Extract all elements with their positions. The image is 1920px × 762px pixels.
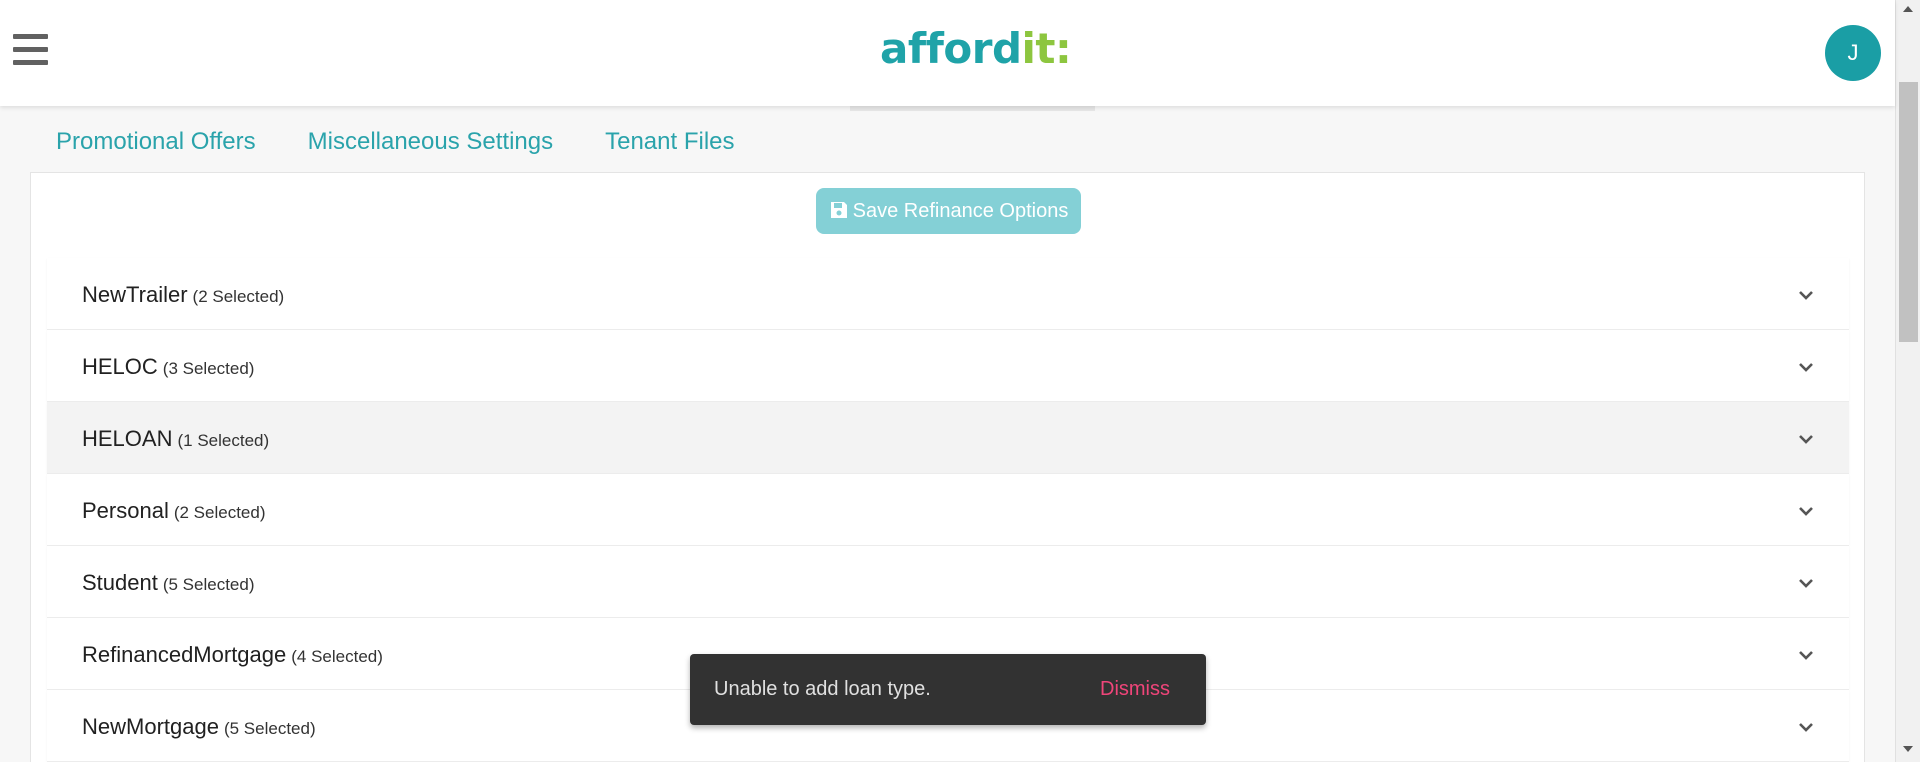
scroll-down-arrow-icon[interactable] <box>1903 746 1913 752</box>
loan-type-title: HELOC (3 Selected) <box>82 354 254 380</box>
loan-type-name: NewTrailer <box>82 282 188 307</box>
loan-type-name: Student <box>82 570 158 595</box>
loan-type-name: RefinancedMortgage <box>82 642 287 667</box>
loan-type-count: (2 Selected) <box>192 287 285 306</box>
loan-type-count: (1 Selected) <box>177 431 270 450</box>
loan-type-name: Personal <box>82 498 169 523</box>
snackbar-message: Unable to add loan type. <box>714 678 931 700</box>
page-scrollbar[interactable] <box>1895 0 1920 762</box>
error-snackbar: Unable to add loan type. Dismiss <box>690 654 1206 725</box>
chevron-down-icon[interactable] <box>1797 502 1815 520</box>
chevron-down-icon[interactable] <box>1797 646 1815 664</box>
save-refinance-options-button[interactable]: Save Refinance Options <box>816 188 1081 234</box>
loan-type-count: (4 Selected) <box>291 647 383 666</box>
settings-tabs: Promotional Offers Miscellaneous Setting… <box>30 124 761 160</box>
loan-type-title: NewMortgage (5 Selected) <box>82 714 316 740</box>
loan-type-count: (5 Selected) <box>162 575 255 594</box>
menu-icon[interactable] <box>13 34 48 66</box>
chevron-down-icon[interactable] <box>1797 718 1815 736</box>
loan-type-title: RefinancedMortgage (4 Selected) <box>82 642 383 668</box>
dismiss-button[interactable]: Dismiss <box>1100 678 1170 701</box>
loan-type-row-newtrailer[interactable]: NewTrailer (2 Selected) <box>47 258 1849 330</box>
save-button-label: Save Refinance Options <box>852 200 1069 222</box>
top-app-bar: affordit: J <box>0 0 1895 106</box>
loan-type-name: HELOAN <box>82 426 173 451</box>
loan-type-row-student[interactable]: Student (5 Selected) <box>47 546 1849 618</box>
chevron-down-icon[interactable] <box>1797 430 1815 448</box>
scrollbar-thumb[interactable] <box>1899 82 1918 342</box>
tab-promotional-offers[interactable]: Promotional Offers <box>30 124 282 160</box>
user-avatar[interactable]: J <box>1825 25 1881 81</box>
chevron-down-icon[interactable] <box>1797 574 1815 592</box>
chevron-down-icon[interactable] <box>1797 286 1815 304</box>
tab-miscellaneous-settings[interactable]: Miscellaneous Settings <box>282 124 579 160</box>
loan-type-title: Personal (2 Selected) <box>82 498 266 524</box>
loan-type-name: NewMortgage <box>82 714 219 739</box>
loan-type-title: HELOAN (1 Selected) <box>82 426 269 452</box>
loan-type-row-personal[interactable]: Personal (2 Selected) <box>47 474 1849 546</box>
tab-tenant-files[interactable]: Tenant Files <box>579 124 760 160</box>
chevron-down-icon[interactable] <box>1797 358 1815 376</box>
loan-type-row-heloan[interactable]: HELOAN (1 Selected) <box>47 402 1849 474</box>
loan-type-count: (2 Selected) <box>173 503 266 522</box>
loan-type-row-heloc[interactable]: HELOC (3 Selected) <box>47 330 1849 402</box>
loan-type-title: Student (5 Selected) <box>82 570 255 596</box>
loan-type-count: (3 Selected) <box>162 359 255 378</box>
active-tab-indicator <box>850 106 1095 111</box>
scroll-up-arrow-icon[interactable] <box>1903 6 1913 12</box>
floppy-disk-icon <box>830 202 847 218</box>
loan-type-count: (5 Selected) <box>223 719 316 738</box>
brand-logo[interactable]: affordit: <box>880 24 1072 74</box>
loan-type-title: NewTrailer (2 Selected) <box>82 282 284 308</box>
loan-type-name: HELOC <box>82 354 158 379</box>
